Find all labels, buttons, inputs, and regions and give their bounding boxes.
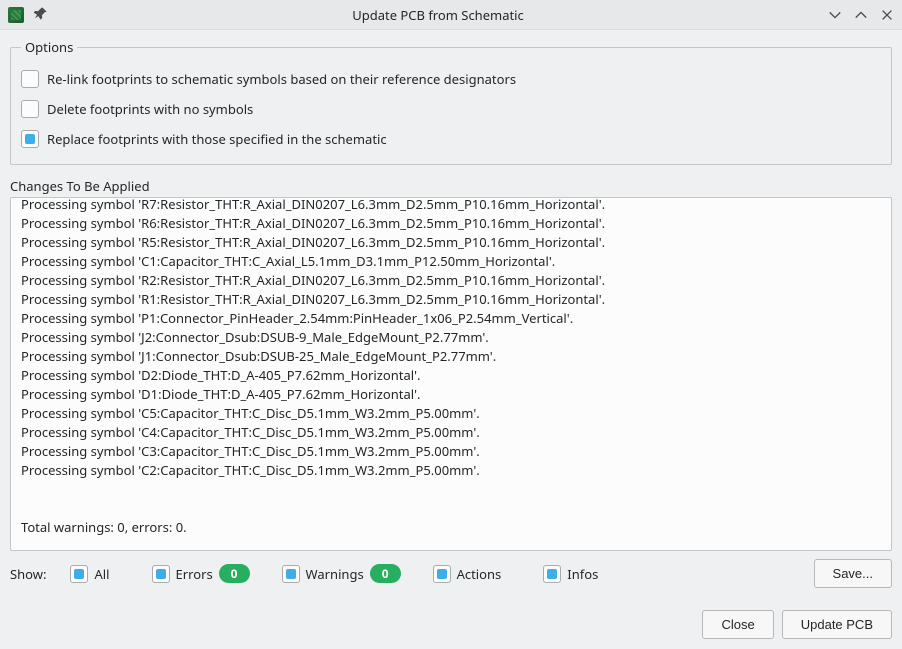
log-line: Processing symbol 'C4:Capacitor_THT:C_Di… <box>21 423 881 442</box>
changes-label: Changes To Be Applied <box>10 177 892 195</box>
log-line: Processing symbol 'J1:Connector_Dsub:DSU… <box>21 347 881 366</box>
checkbox-replace-footprints[interactable] <box>21 130 39 148</box>
filter-actions-label: Actions <box>457 565 502 583</box>
log-line: Processing symbol 'R1:Resistor_THT:R_Axi… <box>21 290 881 309</box>
filter-errors[interactable]: Errors 0 <box>152 564 250 583</box>
option-relink[interactable]: Re-link footprints to schematic symbols … <box>21 64 881 94</box>
option-replace-footprints[interactable]: Replace footprints with those specified … <box>21 124 881 154</box>
titlebar: Update PCB from Schematic <box>0 0 902 30</box>
save-button[interactable]: Save... <box>814 559 892 588</box>
filter-warnings-label: Warnings <box>306 565 364 583</box>
log-line: Processing symbol 'C2:Capacitor_THT:C_Di… <box>21 461 881 480</box>
filter-infos-label: Infos <box>567 565 598 583</box>
changes-log[interactable]: Processing symbol 'R7:Resistor_THT:R_Axi… <box>10 197 892 551</box>
log-line: Processing symbol 'J2:Connector_Dsub:DSU… <box>21 328 881 347</box>
pin-icon[interactable] <box>34 6 48 24</box>
close-button[interactable]: Close <box>702 610 773 639</box>
option-relink-label: Re-link footprints to schematic symbols … <box>47 70 516 88</box>
log-line: Processing symbol 'C1:Capacitor_THT:C_Ax… <box>21 252 881 271</box>
options-legend: Options <box>21 38 77 56</box>
options-group: Options Re-link footprints to schematic … <box>10 38 892 165</box>
window-title: Update PCB from Schematic <box>48 6 828 24</box>
filter-bar: Show: All Errors 0 Warnings 0 Actions In… <box>10 551 892 588</box>
dialog-button-bar: Close Update PCB <box>0 598 902 649</box>
filter-warnings[interactable]: Warnings 0 <box>282 564 401 583</box>
maximize-icon[interactable] <box>854 8 868 22</box>
close-icon[interactable] <box>880 8 894 22</box>
log-line: Processing symbol 'C3:Capacitor_THT:C_Di… <box>21 442 881 461</box>
checkbox-filter-actions[interactable] <box>433 565 451 583</box>
dialog-content: Options Re-link footprints to schematic … <box>0 30 902 598</box>
log-line: Processing symbol 'P1:Connector_PinHeade… <box>21 309 881 328</box>
checkbox-filter-warnings[interactable] <box>282 565 300 583</box>
minimize-icon[interactable] <box>828 8 842 22</box>
filter-all[interactable]: All <box>70 565 109 583</box>
checkbox-delete-no-symbols[interactable] <box>21 100 39 118</box>
filter-actions[interactable]: Actions <box>433 565 502 583</box>
log-line: Processing symbol 'R2:Resistor_THT:R_Axi… <box>21 271 881 290</box>
update-pcb-button[interactable]: Update PCB <box>782 610 892 639</box>
option-delete-no-symbols[interactable]: Delete footprints with no symbols <box>21 94 881 124</box>
app-icon <box>8 7 24 23</box>
filter-infos[interactable]: Infos <box>543 565 598 583</box>
checkbox-filter-infos[interactable] <box>543 565 561 583</box>
log-line: Processing symbol 'D1:Diode_THT:D_A-405_… <box>21 385 881 404</box>
filter-all-label: All <box>94 565 109 583</box>
show-label: Show: <box>10 565 46 583</box>
warnings-badge: 0 <box>370 564 401 583</box>
option-replace-footprints-label: Replace footprints with those specified … <box>47 130 387 148</box>
log-line: Processing symbol 'C5:Capacitor_THT:C_Di… <box>21 404 881 423</box>
filter-errors-label: Errors <box>176 565 213 583</box>
checkbox-relink[interactable] <box>21 70 39 88</box>
log-line: Processing symbol 'R7:Resistor_THT:R_Axi… <box>21 197 881 214</box>
option-delete-no-symbols-label: Delete footprints with no symbols <box>47 100 253 118</box>
log-line: Processing symbol 'R6:Resistor_THT:R_Axi… <box>21 214 881 233</box>
errors-badge: 0 <box>219 564 250 583</box>
log-summary: Total warnings: 0, errors: 0. <box>21 518 881 537</box>
log-line: Processing symbol 'R5:Resistor_THT:R_Axi… <box>21 233 881 252</box>
log-line: Processing symbol 'D2:Diode_THT:D_A-405_… <box>21 366 881 385</box>
checkbox-filter-errors[interactable] <box>152 565 170 583</box>
checkbox-filter-all[interactable] <box>70 565 88 583</box>
